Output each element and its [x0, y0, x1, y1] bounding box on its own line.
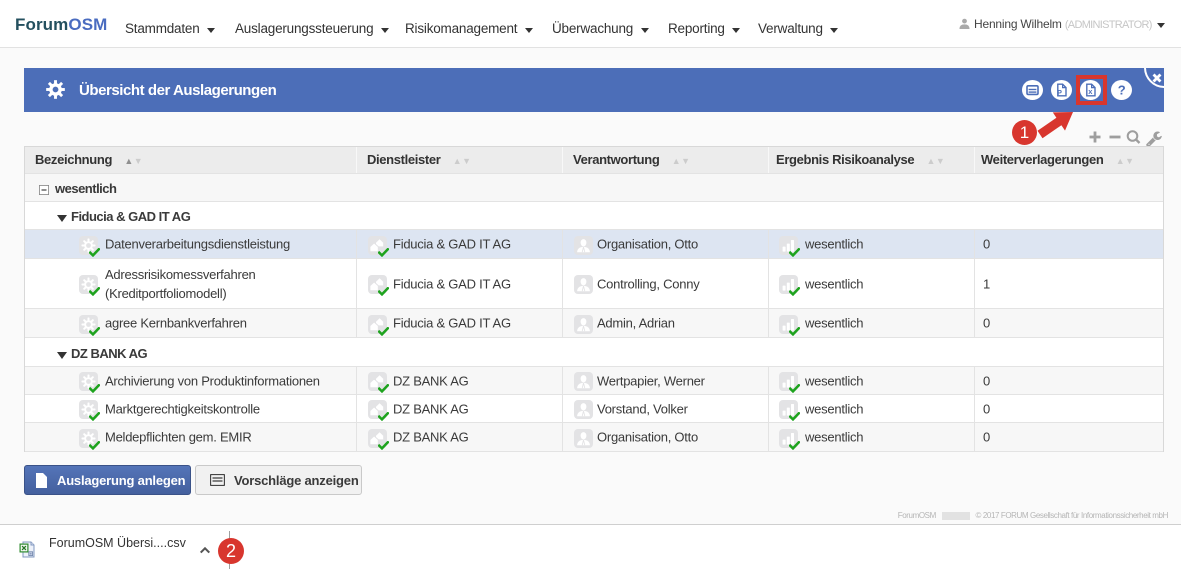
svg-text:P: P [1057, 90, 1062, 97]
svg-text:?: ? [1118, 83, 1126, 98]
